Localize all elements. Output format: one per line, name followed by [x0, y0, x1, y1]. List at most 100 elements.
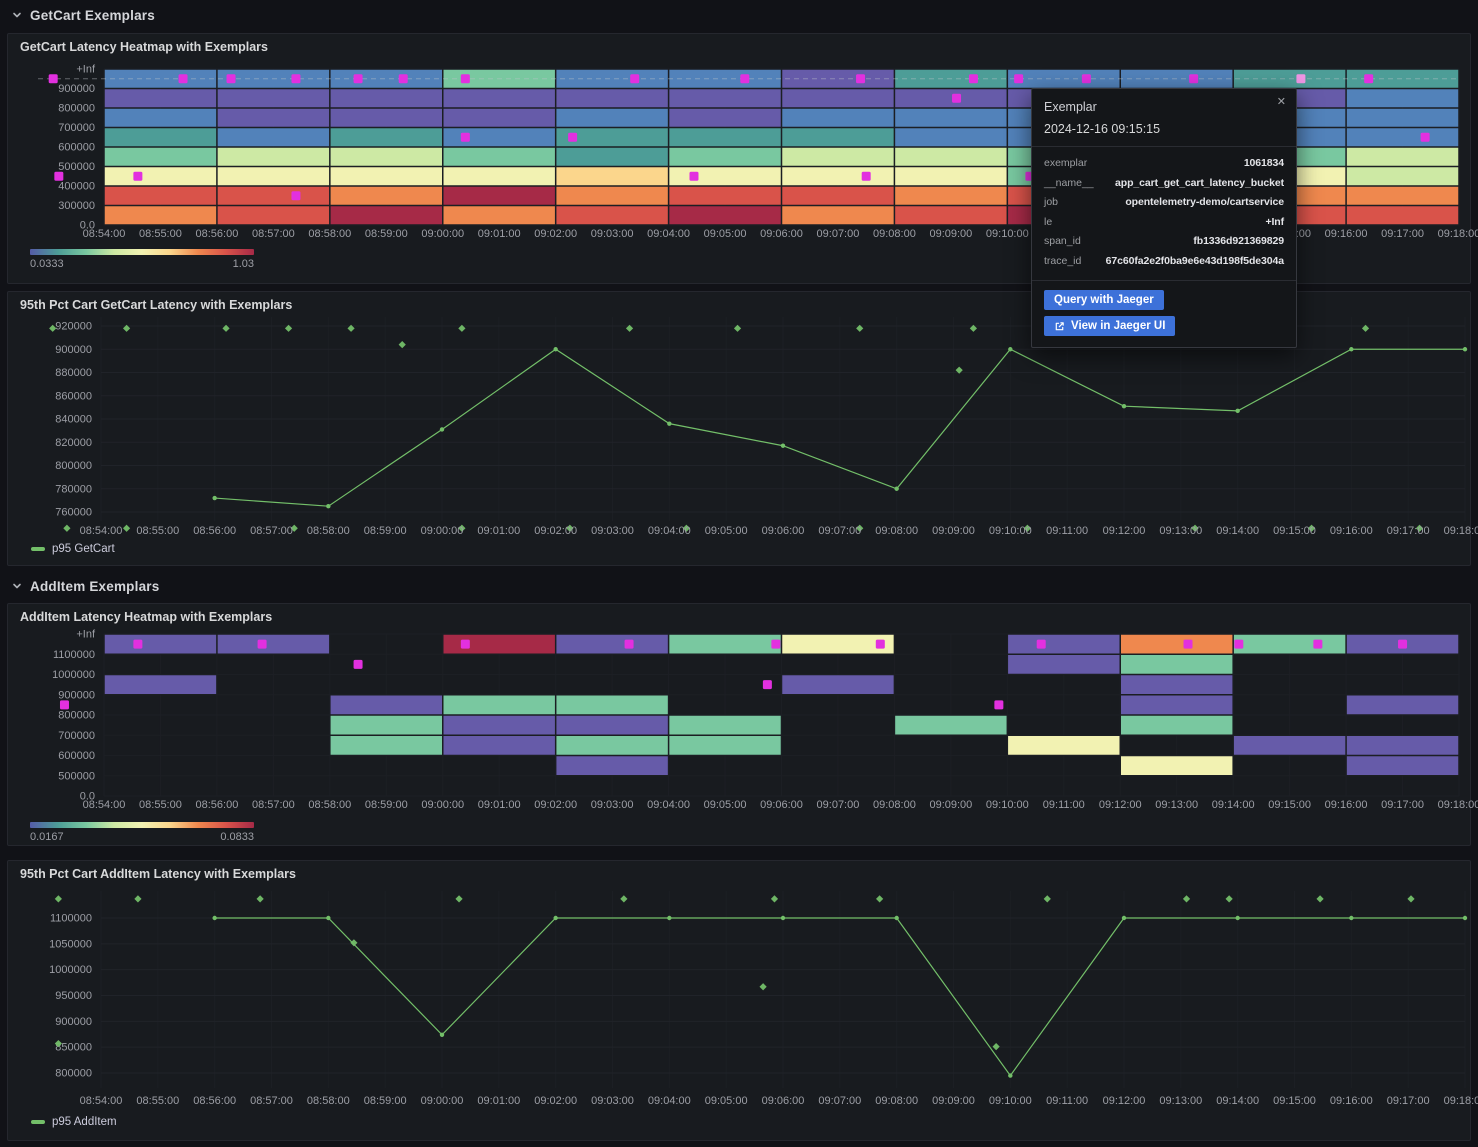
- tooltip-label-rows: exemplar1061834__name__app_cart_get_cart…: [1032, 147, 1296, 281]
- svg-text:09:07:00: 09:07:00: [818, 1095, 861, 1107]
- tooltip-row-value: opentelemetry-demo/cartservice: [1125, 193, 1284, 213]
- svg-text:800000: 800000: [58, 710, 95, 722]
- svg-text:09:07:00: 09:07:00: [817, 228, 860, 240]
- tooltip-row-label: job: [1044, 193, 1058, 213]
- tooltip-row-value: 67c60fa2e2f0ba9e6e43d198f5de304a: [1106, 252, 1284, 272]
- view-in-jaeger-button[interactable]: View in Jaeger UI: [1044, 316, 1175, 336]
- tooltip-row-value: +Inf: [1265, 213, 1284, 233]
- series-legend-label[interactable]: p95 AddItem: [52, 1116, 117, 1128]
- svg-text:500000: 500000: [58, 770, 95, 782]
- external-link-icon: [1054, 321, 1065, 332]
- panel-title[interactable]: GetCart Latency Heatmap with Exemplars: [20, 40, 268, 54]
- svg-text:09:13:00: 09:13:00: [1159, 525, 1202, 537]
- svg-text:09:08:00: 09:08:00: [873, 228, 916, 240]
- svg-text:08:57:00: 08:57:00: [250, 1095, 293, 1107]
- svg-text:08:54:00: 08:54:00: [80, 525, 123, 537]
- panel-title[interactable]: 95th Pct Cart AddItem Latency with Exemp…: [20, 867, 296, 881]
- color-scale-max: 0.0833: [220, 831, 254, 843]
- svg-text:900000: 900000: [58, 83, 95, 95]
- svg-text:09:12:00: 09:12:00: [1099, 799, 1142, 811]
- series-legend-label[interactable]: p95 GetCart: [52, 543, 115, 555]
- svg-text:09:00:00: 09:00:00: [421, 525, 464, 537]
- svg-text:08:57:00: 08:57:00: [252, 799, 295, 811]
- additem-heatmap-chart[interactable]: 0.05000006000007000008000009000001000000…: [8, 604, 1470, 845]
- additem-p95-chart[interactable]: 8000008500009000009500001000000105000011…: [8, 861, 1470, 1140]
- svg-text:08:58:00: 08:58:00: [308, 228, 351, 240]
- svg-text:09:00:00: 09:00:00: [421, 1095, 464, 1107]
- svg-text:950000: 950000: [55, 990, 92, 1002]
- svg-text:800000: 800000: [55, 1068, 92, 1080]
- svg-text:09:06:00: 09:06:00: [760, 228, 803, 240]
- svg-text:09:05:00: 09:05:00: [705, 525, 748, 537]
- legend-item-p95-getcart[interactable]: p95 GetCart: [31, 543, 115, 555]
- panel-additem-p95: 95th Pct Cart AddItem Latency with Exemp…: [7, 860, 1471, 1141]
- svg-text:09:03:00: 09:03:00: [591, 799, 634, 811]
- svg-text:09:05:00: 09:05:00: [705, 1095, 748, 1107]
- svg-text:09:11:00: 09:11:00: [1046, 1095, 1088, 1107]
- svg-text:09:10:00: 09:10:00: [986, 228, 1029, 240]
- tooltip-row: exemplar1061834: [1044, 154, 1284, 174]
- svg-text:1000000: 1000000: [52, 669, 95, 681]
- tooltip-row-label: __name__: [1044, 174, 1094, 194]
- exemplar-tooltip: Exemplar ✕ 2024-12-16 09:15:15 exemplar1…: [1031, 88, 1297, 348]
- svg-text:09:17:00: 09:17:00: [1381, 799, 1424, 811]
- svg-text:08:59:00: 08:59:00: [365, 799, 408, 811]
- svg-text:09:18:00: 09:18:00: [1438, 799, 1478, 811]
- section-header-additem[interactable]: AddItem Exemplars: [0, 572, 1478, 600]
- svg-text:09:04:00: 09:04:00: [647, 228, 690, 240]
- svg-text:880000: 880000: [55, 367, 92, 379]
- svg-text:09:15:00: 09:15:00: [1268, 799, 1311, 811]
- svg-text:08:57:00: 08:57:00: [252, 228, 295, 240]
- svg-text:09:13:00: 09:13:00: [1159, 1095, 1202, 1107]
- svg-text:09:03:00: 09:03:00: [591, 525, 634, 537]
- heatmap-color-scale: 0.0167 0.0833: [30, 822, 254, 843]
- svg-text:09:14:00: 09:14:00: [1212, 799, 1255, 811]
- svg-text:08:59:00: 08:59:00: [364, 525, 407, 537]
- svg-text:09:04:00: 09:04:00: [648, 525, 691, 537]
- query-with-jaeger-button[interactable]: Query with Jaeger: [1044, 290, 1164, 310]
- svg-text:08:59:00: 08:59:00: [364, 1095, 407, 1107]
- svg-text:600000: 600000: [58, 750, 95, 762]
- svg-text:09:17:00: 09:17:00: [1387, 1095, 1430, 1107]
- svg-text:09:14:00: 09:14:00: [1216, 1095, 1259, 1107]
- section-header-getcart[interactable]: GetCart Exemplars: [0, 0, 1478, 30]
- svg-text:08:55:00: 08:55:00: [136, 525, 179, 537]
- svg-text:400000: 400000: [58, 181, 95, 193]
- svg-text:1100000: 1100000: [53, 649, 95, 661]
- svg-text:08:58:00: 08:58:00: [308, 799, 351, 811]
- svg-text:08:56:00: 08:56:00: [193, 525, 236, 537]
- svg-text:09:09:00: 09:09:00: [929, 799, 972, 811]
- heatmap-color-scale: 0.0333 1.03: [30, 249, 254, 270]
- svg-text:820000: 820000: [55, 437, 92, 449]
- svg-text:860000: 860000: [55, 390, 92, 402]
- svg-text:08:55:00: 08:55:00: [136, 1095, 179, 1107]
- svg-text:08:56:00: 08:56:00: [196, 228, 239, 240]
- svg-text:09:11:00: 09:11:00: [1046, 525, 1088, 537]
- svg-text:08:58:00: 08:58:00: [307, 1095, 350, 1107]
- color-scale-max: 1.03: [233, 258, 254, 270]
- panel-title[interactable]: 95th Pct Cart GetCart Latency with Exemp…: [20, 298, 292, 312]
- legend-item-p95-additem[interactable]: p95 AddItem: [31, 1116, 117, 1128]
- svg-text:09:09:00: 09:09:00: [932, 1095, 975, 1107]
- svg-text:1000000: 1000000: [49, 964, 92, 976]
- svg-text:08:54:00: 08:54:00: [80, 1095, 123, 1107]
- svg-text:09:18:00: 09:18:00: [1444, 1095, 1478, 1107]
- chevron-down-icon[interactable]: [10, 579, 24, 593]
- svg-text:08:57:00: 08:57:00: [250, 525, 293, 537]
- color-scale-min: 0.0333: [30, 258, 64, 270]
- svg-text:09:13:00: 09:13:00: [1155, 799, 1198, 811]
- series-color-swatch: [31, 547, 45, 551]
- svg-text:09:09:00: 09:09:00: [932, 525, 975, 537]
- tooltip-row-label: le: [1044, 213, 1052, 233]
- panel-title[interactable]: AddItem Latency Heatmap with Exemplars: [20, 610, 272, 624]
- svg-text:600000: 600000: [58, 142, 95, 154]
- svg-text:09:06:00: 09:06:00: [760, 799, 803, 811]
- close-icon[interactable]: ✕: [1277, 97, 1286, 108]
- chevron-down-icon[interactable]: [10, 8, 24, 22]
- svg-text:09:10:00: 09:10:00: [986, 799, 1029, 811]
- svg-text:900000: 900000: [55, 1016, 92, 1028]
- svg-text:800000: 800000: [55, 460, 92, 472]
- svg-text:09:02:00: 09:02:00: [534, 799, 577, 811]
- svg-text:09:15:00: 09:15:00: [1273, 1095, 1316, 1107]
- svg-text:08:58:00: 08:58:00: [307, 525, 350, 537]
